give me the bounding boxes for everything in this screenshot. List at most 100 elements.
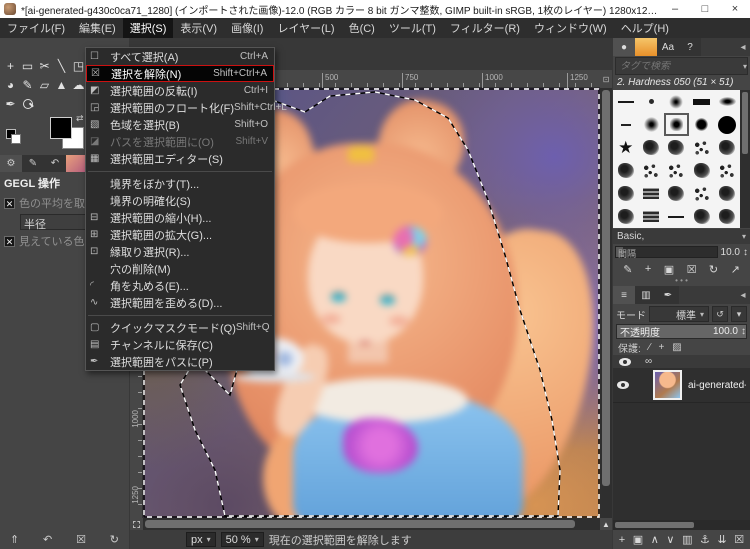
navigation-icon[interactable]: ⊡: [600, 70, 612, 88]
refresh-brushes-button[interactable]: ↻: [709, 263, 718, 276]
lower-layer-button[interactable]: ∨: [666, 533, 674, 546]
chevron-down-icon[interactable]: ▾: [743, 62, 747, 71]
menu-row[interactable]: ▧ 色域を選択(B) Shift+O: [86, 116, 274, 133]
brush-item[interactable]: [664, 136, 689, 159]
brush-item[interactable]: [613, 136, 638, 159]
vertical-scrollbar[interactable]: [600, 88, 612, 518]
brush-item[interactable]: [689, 90, 714, 113]
zoom-tool[interactable]: [19, 94, 36, 113]
eraser-tool[interactable]: ▱: [36, 75, 53, 94]
menubar-item[interactable]: ヘルプ(H): [614, 18, 676, 38]
tab-fonts[interactable]: Aa: [657, 38, 679, 56]
zoom-dropdown[interactable]: 50 % ▾: [220, 532, 264, 547]
bucket-fill-tool[interactable]: ◕: [2, 75, 19, 94]
menubar-item[interactable]: 選択(S): [122, 18, 174, 38]
tab-undo-history[interactable]: ↶: [44, 155, 66, 172]
layer-row[interactable]: ai-generated-: [613, 368, 750, 402]
menu-row[interactable]: ▤ チャンネルに保存(C): [86, 336, 274, 353]
mode-dropdown[interactable]: 標準 ▾: [649, 306, 709, 322]
menubar-item[interactable]: 編集(E): [72, 18, 123, 38]
brush-item[interactable]: [613, 182, 638, 205]
tab-device-status[interactable]: ✎: [22, 155, 44, 172]
scroll-down-arrow[interactable]: ▲: [600, 518, 612, 530]
new-layer-button[interactable]: +: [619, 534, 625, 546]
duplicate-brush-button[interactable]: ▣: [664, 263, 674, 276]
tab-paths[interactable]: ✒: [657, 286, 679, 304]
search-input[interactable]: [616, 60, 743, 72]
layer-thumbnail[interactable]: [652, 370, 683, 400]
brush-item[interactable]: [689, 205, 714, 228]
raise-layer-button[interactable]: ∧: [651, 533, 659, 546]
close-button[interactable]: ×: [720, 0, 750, 18]
rectangle-select-tool[interactable]: ▭: [19, 56, 36, 75]
menu-row[interactable]: ◪ パスを選択範囲に(O) Shift+V: [86, 133, 274, 150]
layer-visibility-icon[interactable]: [617, 381, 629, 389]
brush-item[interactable]: [689, 113, 714, 136]
mode-reset-button[interactable]: ↺: [712, 306, 728, 322]
lock-alpha-icon[interactable]: ▨: [672, 342, 681, 353]
new-brush-button[interactable]: +: [645, 263, 651, 275]
maximize-button[interactable]: □: [690, 0, 720, 18]
tab-tool-options[interactable]: ⚙: [0, 155, 22, 172]
duplicate-layer-button[interactable]: ▥: [682, 533, 692, 546]
menu-row[interactable]: ∿ 選択範囲を歪める(D)...: [86, 294, 274, 311]
brush-item[interactable]: [715, 136, 740, 159]
brush-item[interactable]: [715, 205, 740, 228]
menu-row[interactable]: ▦ 選択範囲エディター(S): [86, 150, 274, 167]
brush-item[interactable]: [613, 113, 638, 136]
brush-item[interactable]: [715, 182, 740, 205]
delete-layer-button[interactable]: ☒: [734, 533, 744, 546]
dock-menu-icon[interactable]: ◂: [736, 38, 750, 56]
default-colors-icon[interactable]: [6, 129, 21, 144]
tab-gradients[interactable]: [635, 38, 657, 56]
menu-row[interactable]: 境界をぼかす(T)...: [86, 175, 274, 192]
layer-list-empty[interactable]: [613, 402, 750, 520]
foreground-color[interactable]: [50, 117, 72, 139]
menu-row[interactable]: ✒ 選択範囲をパスに(P): [86, 353, 274, 370]
menu-row[interactable]: ⊡ 縁取り選択(R)...: [86, 243, 274, 260]
menu-row[interactable]: 穴の削除(M): [86, 260, 274, 277]
menubar-item[interactable]: 画像(I): [224, 18, 270, 38]
brush-item[interactable]: [638, 90, 663, 113]
brush-item[interactable]: [715, 113, 740, 136]
brush-preset-dropdown[interactable]: Basic, ▾: [613, 229, 750, 244]
brush-item[interactable]: [689, 182, 714, 205]
lock-pixels-icon[interactable]: ∕: [649, 342, 651, 353]
delete-brush-button[interactable]: ☒: [687, 263, 697, 276]
brush-item[interactable]: [638, 113, 663, 136]
tab-brushes[interactable]: ●: [613, 38, 635, 56]
menu-row[interactable]: 境界の明確化(S): [86, 192, 274, 209]
brush-item[interactable]: [689, 159, 714, 182]
swap-colors-icon[interactable]: ⇄: [76, 113, 84, 124]
save-options-button[interactable]: ⇑: [10, 533, 19, 546]
minimize-button[interactable]: –: [660, 0, 690, 18]
brush-item[interactable]: [613, 90, 638, 113]
mode-switch-button[interactable]: ▾: [731, 306, 747, 322]
brush-item[interactable]: [715, 159, 740, 182]
brush-item[interactable]: [664, 159, 689, 182]
menubar-item[interactable]: ウィンドウ(W): [527, 18, 614, 38]
tab-channels[interactable]: ▥: [635, 286, 657, 304]
menubar-item[interactable]: フィルター(R): [443, 18, 527, 38]
brush-item[interactable]: [664, 113, 689, 136]
opacity-slider[interactable]: 不透明度 100.0 ↕: [616, 324, 747, 339]
new-group-button[interactable]: ▣: [633, 533, 643, 546]
unit-dropdown[interactable]: px ▾: [186, 532, 216, 547]
reset-options-button[interactable]: ↻: [110, 533, 119, 546]
brush-item[interactable]: [638, 205, 663, 228]
menu-row[interactable]: ◩ 選択範囲の反転(I) Ctrl+I: [86, 82, 274, 99]
horizontal-scrollbar[interactable]: [143, 518, 600, 530]
menu-row[interactable]: ◜ 角を丸める(E)...: [86, 277, 274, 294]
brush-item[interactable]: [689, 136, 714, 159]
measure-tool[interactable]: ╲: [53, 56, 70, 75]
anchor-layer-button[interactable]: ⚓: [700, 533, 710, 546]
menubar-item[interactable]: ツール(T): [382, 18, 443, 38]
spacing-spinner[interactable]: ↕: [743, 247, 748, 258]
spacing-slider[interactable]: 間隔 10.0 ↕: [615, 245, 748, 259]
brush-scrollbar[interactable]: [740, 90, 750, 228]
delete-options-button[interactable]: ☒: [76, 533, 86, 546]
dock-menu-icon[interactable]: ◂: [736, 286, 750, 304]
tab-layers[interactable]: ≡: [613, 286, 635, 304]
menu-row[interactable]: ⊞ 選択範囲の拡大(G)...: [86, 226, 274, 243]
scissors-select-tool[interactable]: ✂: [36, 56, 53, 75]
